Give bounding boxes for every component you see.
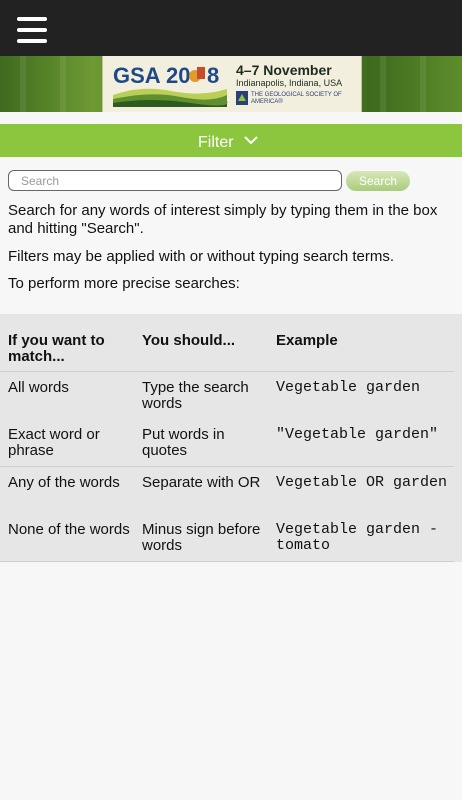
- gsa-mark-icon: [236, 91, 248, 105]
- event-banner[interactable]: GSA 20 8 4–7 November Indianapolis, Indi…: [0, 56, 462, 112]
- filter-toggle[interactable]: Filter: [0, 124, 462, 157]
- divider: [0, 466, 454, 467]
- table-cell: Vegetable OR garden: [276, 474, 448, 491]
- table-cell: None of the words: [8, 521, 130, 538]
- top-bar: [0, 0, 462, 56]
- table-cell: Minus sign before words: [142, 521, 261, 554]
- help-paragraph-3: To perform more precise searches:: [8, 275, 240, 292]
- table-cell: Vegetable garden: [276, 379, 421, 396]
- header-cell: Example: [276, 332, 338, 349]
- chevron-down-icon[interactable]: [244, 135, 258, 145]
- banner-location: Indianapolis, Indiana, USA: [236, 78, 343, 88]
- gsa-2018-logo: GSA 20 8: [113, 63, 228, 107]
- table-cell: Any of the words: [8, 474, 120, 491]
- help-paragraph-2: Filters may be applied with or without t…: [8, 248, 394, 265]
- table-cell: All words: [8, 379, 69, 396]
- help-paragraph-1: Search for any words of interest simply …: [8, 202, 438, 237]
- svg-text:8: 8: [207, 63, 219, 88]
- search-input[interactable]: [8, 170, 342, 191]
- header-cell: You should...: [142, 332, 236, 349]
- divider: [0, 371, 454, 372]
- hamburger-icon[interactable]: [17, 17, 47, 44]
- logo-text: GSA 20: [113, 63, 190, 88]
- banner-card: GSA 20 8 4–7 November Indianapolis, Indi…: [102, 56, 362, 112]
- table-cell: Put words in quotes: [142, 426, 225, 459]
- banner-dates: 4–7 November: [236, 62, 332, 78]
- banner-society: THE GEOLOGICAL SOCIETY OF AMERICA®: [251, 92, 342, 105]
- search-tips-table: If you want to match... You should... Ex…: [0, 314, 462, 562]
- table-cell: Vegetable garden -tomato: [276, 521, 439, 554]
- table-cell: Separate with OR: [142, 474, 261, 491]
- divider: [0, 561, 454, 562]
- header-cell: If you want to match...: [8, 332, 105, 365]
- table-cell: Type the search words: [142, 379, 249, 412]
- search-button[interactable]: Search: [346, 171, 410, 191]
- filter-label: Filter: [198, 134, 234, 151]
- table-cell: "Vegetable garden": [276, 426, 439, 443]
- table-cell: Exact word or phrase: [8, 426, 100, 459]
